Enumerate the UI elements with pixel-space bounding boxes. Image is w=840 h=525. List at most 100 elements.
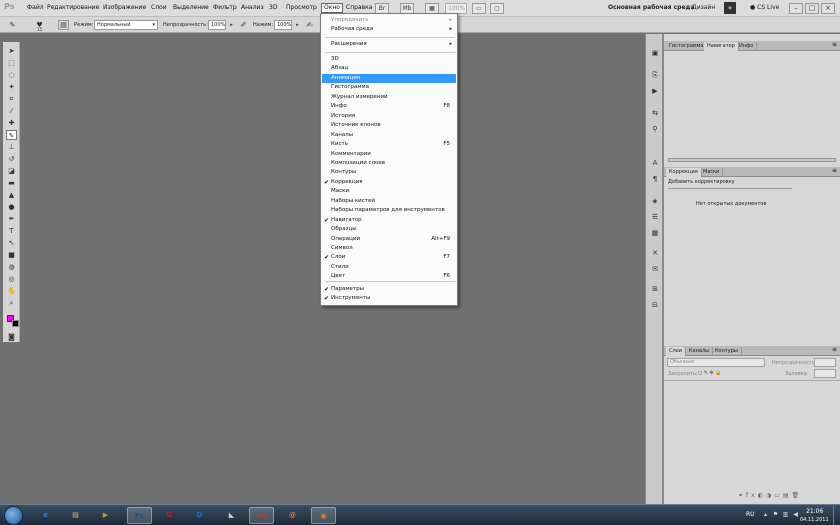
clock-date[interactable]: 04.11.2011 — [800, 517, 829, 523]
move-tool-icon[interactable]: ➤ — [6, 46, 17, 56]
menu-item-panel[interactable]: Каналы — [322, 131, 456, 140]
panel-menu-icon[interactable]: ≡ — [832, 346, 837, 353]
menu-item-extensions[interactable]: Расширения ▸ — [322, 40, 456, 49]
volume-icon[interactable]: ◀ — [792, 511, 799, 518]
zoom-tool-icon[interactable]: ⌕ — [6, 298, 17, 308]
healing-brush-tool-icon[interactable]: ✚ — [6, 118, 17, 128]
tab-adjustments[interactable]: Коррекция — [666, 168, 702, 177]
swatches-panel-icon[interactable]: ⊟ — [649, 300, 661, 310]
marquee-tool-icon[interactable]: ⬚ — [6, 58, 17, 68]
tab-layers[interactable]: Слои — [666, 347, 686, 356]
menu-select[interactable]: Выделение — [173, 4, 209, 14]
workspace-essentials[interactable]: Основная рабочая среда — [608, 4, 694, 11]
lock-icons[interactable]: ◻ ✎ ✥ 🔒 — [698, 370, 722, 376]
clone-stamp-tool-icon[interactable]: ⊥ — [6, 142, 17, 152]
photoshop-icon[interactable]: Ps — [127, 507, 152, 524]
layer-blend-mode-select[interactable]: Обычные — [667, 358, 765, 367]
animation-panel-icon[interactable]: ⊞ — [649, 284, 661, 294]
menu-item-panel[interactable]: Маски — [322, 187, 456, 196]
menu-view[interactable]: Просмотр — [286, 4, 317, 14]
cs-live-button[interactable]: ● CS Live — [750, 4, 779, 11]
language-indicator[interactable]: RU — [746, 511, 755, 518]
paragraph-panel-icon[interactable]: ¶ — [649, 174, 661, 184]
quick-mask-icon[interactable]: ◙ — [6, 332, 17, 342]
measurement-panel-icon[interactable]: ▦ — [649, 228, 661, 238]
tray-arrow-icon[interactable]: ▴ — [762, 511, 769, 518]
minimize-icon[interactable]: – — [789, 3, 803, 14]
arrange-docs-icon[interactable]: ▭ — [472, 3, 486, 14]
fox-icon[interactable]: ◣ — [219, 507, 244, 524]
maximize-icon[interactable]: □ — [805, 3, 819, 14]
menu-item-panel[interactable]: 3D — [322, 55, 456, 64]
opacity-field[interactable]: 100% — [208, 20, 226, 30]
eraser-tool-icon[interactable]: ◪ — [6, 166, 17, 176]
3d-rotate-tool-icon[interactable]: ◍ — [6, 262, 17, 272]
menu-item-panel[interactable]: Журнал измерений — [322, 93, 456, 102]
clone-source-panel-icon[interactable]: ⇆ — [649, 108, 661, 118]
menu-item-panel[interactable]: История — [322, 112, 456, 121]
mini-bridge-panel-icon[interactable]: ▣ — [649, 48, 661, 58]
tablet-opacity-icon[interactable]: ✐ — [238, 19, 249, 31]
brush-tool-preset-icon[interactable]: ✎ — [7, 19, 18, 31]
gradient-tool-icon[interactable]: ▬ — [6, 178, 17, 188]
tab-info[interactable]: Инфо — [736, 42, 758, 51]
menu-item-tools[interactable]: ✔ Инструменты — [322, 294, 456, 303]
media-player-icon[interactable]: ▶ — [93, 507, 118, 524]
pen-tool-icon[interactable]: ✒ — [6, 214, 17, 224]
menu-item-panel[interactable]: Абзац — [322, 64, 456, 73]
menu-item-panel[interactable]: Гистограмма — [322, 83, 456, 92]
brush-tool-icon[interactable]: ✎ — [6, 130, 17, 140]
more-workspaces-icon[interactable]: » — [724, 2, 736, 14]
pressure-dropdown-icon[interactable]: ▸ — [292, 19, 303, 31]
menu-image[interactable]: Изображение — [103, 4, 146, 14]
menu-item-arrange[interactable]: Упорядочить ▸ — [322, 16, 456, 25]
menu-3d[interactable]: 3D — [269, 4, 277, 14]
notes-panel-icon[interactable]: ✉ — [649, 264, 661, 274]
shape-tool-icon[interactable]: ■ — [6, 250, 17, 260]
hand-tool-icon[interactable]: ✋ — [6, 286, 17, 296]
actions-panel-icon[interactable]: ▶ — [649, 86, 661, 96]
menu-item-panel[interactable]: Инфо F8 — [322, 102, 456, 111]
3d-orbit-tool-icon[interactable]: ◎ — [6, 274, 17, 284]
crop-tool-icon[interactable]: ⌗ — [6, 94, 17, 104]
panel-menu-icon[interactable]: ≡ — [832, 167, 837, 174]
history-brush-tool-icon[interactable]: ↺ — [6, 154, 17, 164]
tool-presets-panel-icon[interactable]: ✕ — [649, 248, 661, 258]
clock-time[interactable]: 21:06 — [806, 508, 823, 515]
tab-paths[interactable]: Контуры — [712, 347, 742, 356]
explorer-icon[interactable]: ▤ — [63, 507, 88, 524]
menu-item-panel[interactable]: Образцы — [322, 225, 456, 234]
blend-mode-select[interactable]: Нормальный ▾ — [94, 20, 158, 30]
pressure-field[interactable]: 100% — [274, 20, 292, 30]
menu-window[interactable]: Окно — [321, 3, 343, 13]
type-tool-icon[interactable]: T — [6, 226, 17, 236]
menu-item-panel[interactable]: Контуры — [322, 168, 456, 177]
tab-navigator[interactable]: Навигатор — [704, 42, 739, 51]
menu-item-options[interactable]: ✔ Параметры — [322, 285, 456, 294]
menu-edit[interactable]: Редактирование — [47, 4, 99, 14]
menu-item-panel[interactable]: ✔ Коррекция — [322, 178, 456, 187]
lasso-tool-icon[interactable]: ◌ — [6, 70, 17, 80]
3d-panel-icon[interactable]: ◈ — [649, 196, 661, 206]
menu-item-panel[interactable]: Цвет F6 — [322, 272, 456, 281]
menu-item-panel[interactable]: Композиции слоев — [322, 159, 456, 168]
menu-item-panel[interactable]: Наборы кистей — [322, 197, 456, 206]
tray-flag-icon[interactable]: ⚑ — [772, 511, 779, 518]
app-d-icon[interactable]: D — [187, 507, 212, 524]
layer-comps-panel-icon[interactable]: ☰ — [649, 212, 661, 222]
menu-item-panel[interactable]: ✔ Навигатор — [322, 216, 456, 225]
show-desktop-button[interactable] — [833, 505, 840, 525]
history-panel-icon[interactable]: ⎘ — [649, 70, 661, 80]
navigator-zoom-slider[interactable] — [668, 158, 836, 162]
quick-select-tool-icon[interactable]: ✦ — [6, 82, 17, 92]
tab-channels[interactable]: Каналы — [686, 347, 714, 356]
mail-icon[interactable]: @ — [280, 507, 305, 524]
screen-mode-icon[interactable]: ▢ — [490, 3, 504, 14]
close-icon[interactable]: × — [821, 3, 835, 14]
panel-menu-icon[interactable]: ≡ — [832, 41, 837, 48]
dodge-tool-icon[interactable]: ● — [6, 202, 17, 212]
brush-presets-panel-icon[interactable]: ⚲ — [649, 124, 661, 134]
tab-histogram[interactable]: Гистограмма — [666, 42, 708, 51]
ie-icon[interactable]: e — [33, 507, 58, 524]
tab-masks[interactable]: Маски — [700, 168, 724, 177]
